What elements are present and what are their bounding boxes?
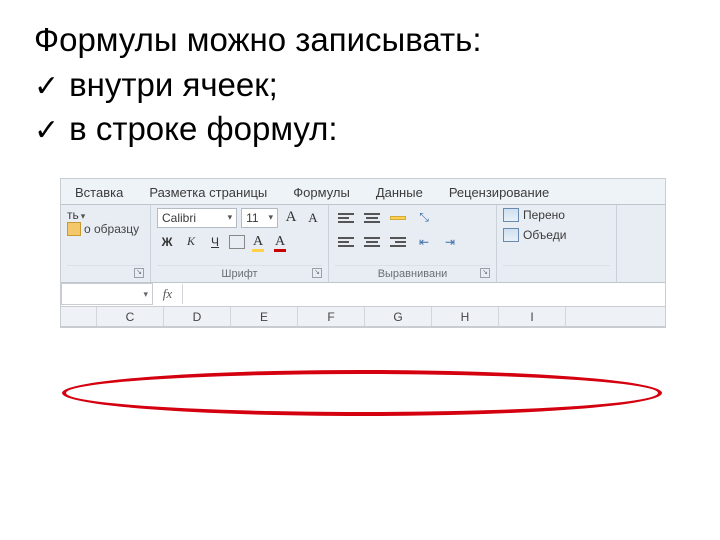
font-size-value: 11 <box>246 211 258 225</box>
bullet-list: ✓ внутри ячеек; ✓ в строке формул: <box>0 63 720 170</box>
wrap-text-icon <box>503 208 519 222</box>
check-icon: ✓ <box>34 111 59 152</box>
formula-input[interactable] <box>183 283 665 305</box>
dropdown-icon[interactable]: ▾ <box>269 212 274 223</box>
align-bottom-button[interactable] <box>387 208 409 228</box>
align-middle-button[interactable] <box>361 208 383 228</box>
wrap-merge-group: Перено Объеди <box>497 205 617 282</box>
dropdown-icon[interactable]: ▾ <box>143 289 148 300</box>
ribbon-body: ть о образцу ↘ Calibri ▾ 11 ▾ <box>61 205 665 283</box>
brush-icon <box>67 222 81 236</box>
format-painter-label-fragment: о образцу <box>84 222 139 236</box>
column-headers: C D E F G H I <box>61 307 665 327</box>
align-left-button[interactable] <box>335 232 357 252</box>
tab-data[interactable]: Данные <box>376 185 423 200</box>
orientation-button[interactable]: ⤡ <box>413 208 435 228</box>
formula-bar: ▾ fx <box>61 283 665 307</box>
column-header-g[interactable]: G <box>365 307 432 326</box>
tab-review[interactable]: Рецензирование <box>449 185 549 200</box>
fill-color-button[interactable]: A <box>249 232 267 252</box>
font-color-button[interactable]: A <box>271 232 289 252</box>
dialog-launcher-icon[interactable]: ↘ <box>480 268 490 278</box>
excel-window-fragment: Вставка Разметка страницы Формулы Данные… <box>60 178 666 328</box>
bold-button[interactable]: Ж <box>157 232 177 252</box>
bullet-2-text: в строке формул: <box>69 107 337 152</box>
paste-label-fragment: ть <box>67 208 79 222</box>
name-box[interactable]: ▾ <box>61 283 153 305</box>
font-size-combo[interactable]: 11 ▾ <box>241 208 278 228</box>
dropdown-icon[interactable]: ▾ <box>228 212 233 223</box>
underline-button[interactable]: Ч <box>205 232 225 252</box>
italic-button[interactable]: К <box>181 232 201 252</box>
decrease-indent-button[interactable]: ⇤ <box>413 232 435 252</box>
align-top-button[interactable] <box>335 208 357 228</box>
increase-font-button[interactable]: A <box>282 208 300 228</box>
clipboard-group-label: ↘ <box>67 265 144 280</box>
paste-button[interactable]: ть <box>67 208 144 222</box>
font-name-combo[interactable]: Calibri ▾ <box>157 208 237 228</box>
alignment-group-label: Выравнивани↘ <box>335 265 490 280</box>
tab-insert[interactable]: Вставка <box>75 185 123 200</box>
wrap-group-label <box>503 265 610 280</box>
bullet-2: ✓ в строке формул: <box>34 107 686 152</box>
dialog-launcher-icon[interactable]: ↘ <box>134 268 144 278</box>
increase-indent-button[interactable]: ⇥ <box>439 232 461 252</box>
merge-cells-button[interactable]: Объеди <box>503 228 610 242</box>
align-right-button[interactable] <box>387 232 409 252</box>
tab-page-layout[interactable]: Разметка страницы <box>149 185 267 200</box>
wrap-text-button[interactable]: Перено <box>503 208 610 222</box>
font-group-label: Шрифт↘ <box>157 265 322 280</box>
merge-cells-label-fragment: Объеди <box>523 228 566 242</box>
format-painter-button[interactable]: о образцу <box>67 222 144 236</box>
font-group: Calibri ▾ 11 ▾ A A Ж К Ч A A <box>151 205 329 282</box>
merge-cells-icon <box>503 228 519 242</box>
align-center-button[interactable] <box>361 232 383 252</box>
font-name-value: Calibri <box>162 211 196 225</box>
dropdown-icon[interactable] <box>81 208 89 216</box>
decrease-font-button[interactable]: A <box>304 208 322 228</box>
column-header-h[interactable]: H <box>432 307 499 326</box>
tab-formulas[interactable]: Формулы <box>293 185 350 200</box>
fx-icon[interactable]: fx <box>153 284 183 304</box>
column-header-d[interactable]: D <box>164 307 231 326</box>
dialog-launcher-icon[interactable]: ↘ <box>312 268 322 278</box>
column-header-f[interactable]: F <box>298 307 365 326</box>
clipboard-group: ть о образцу ↘ <box>61 205 151 282</box>
ribbon-tabs: Вставка Разметка страницы Формулы Данные… <box>61 179 665 205</box>
border-button[interactable] <box>229 235 245 249</box>
check-icon: ✓ <box>34 67 59 108</box>
slide-heading: Формулы можно записывать: <box>0 0 720 63</box>
bullet-1: ✓ внутри ячеек; <box>34 63 686 108</box>
bullet-1-text: внутри ячеек; <box>69 63 278 108</box>
column-header-c[interactable]: C <box>97 307 164 326</box>
column-header-e[interactable]: E <box>231 307 298 326</box>
highlight-ellipse <box>62 370 662 416</box>
column-header-i[interactable]: I <box>499 307 566 326</box>
wrap-text-label-fragment: Перено <box>523 208 565 222</box>
select-all-corner[interactable] <box>61 307 97 326</box>
alignment-group: ⤡ ⇤ ⇥ Выравнивани↘ <box>329 205 497 282</box>
